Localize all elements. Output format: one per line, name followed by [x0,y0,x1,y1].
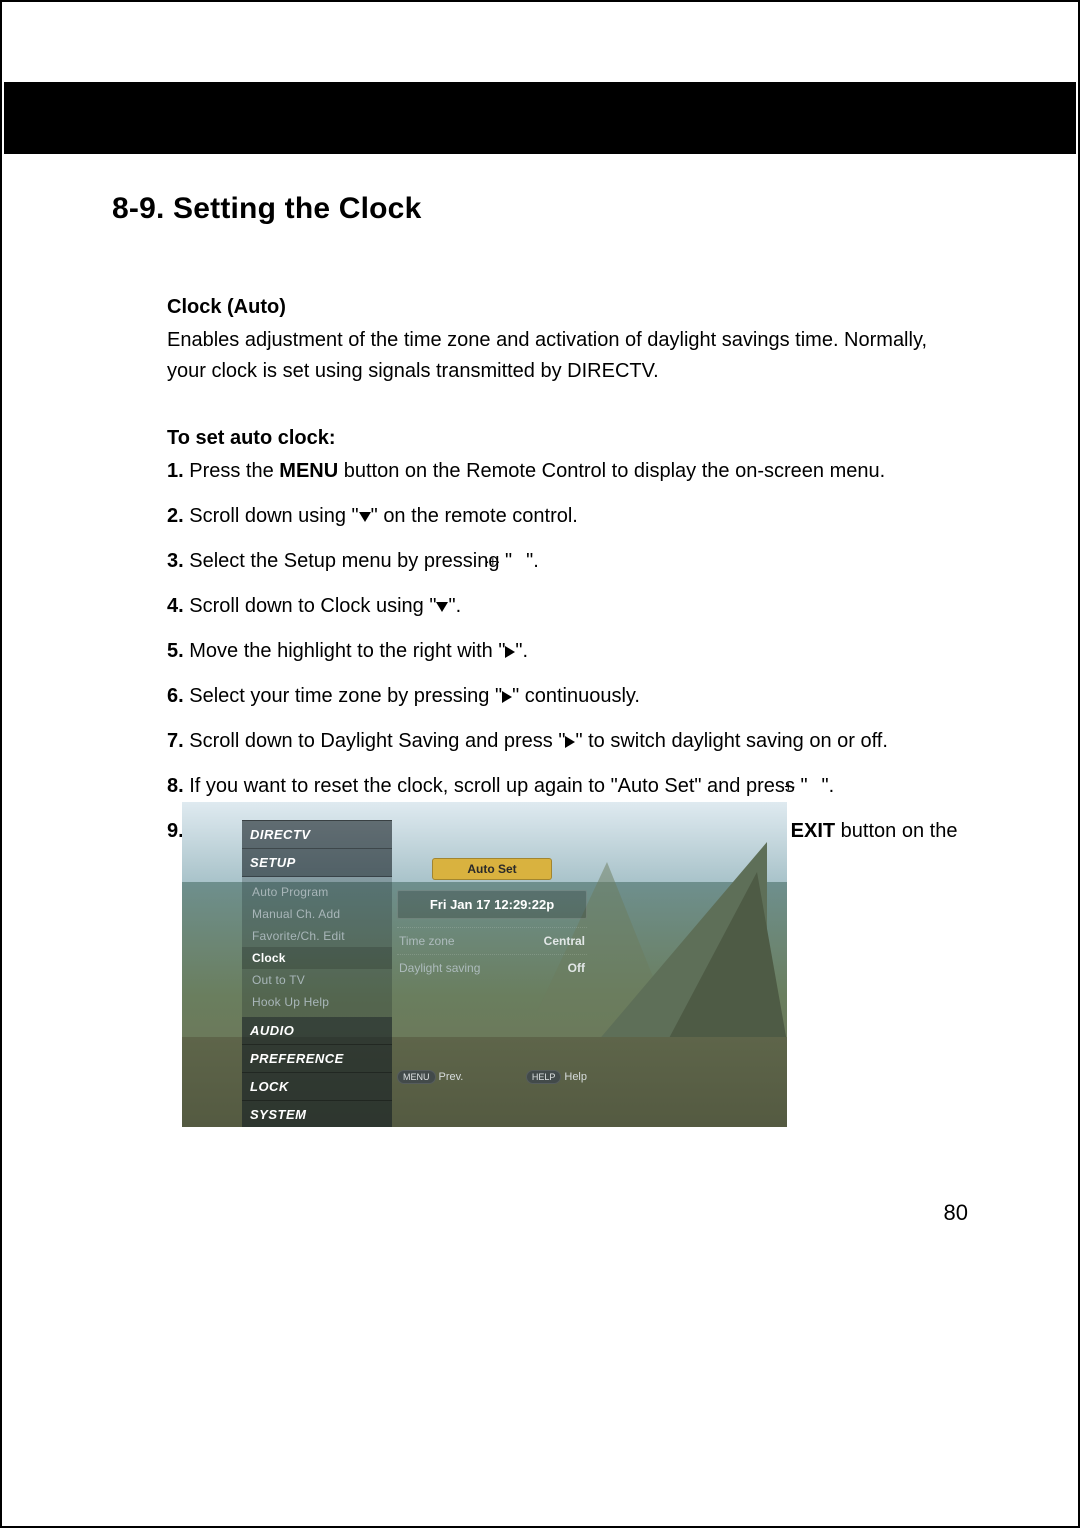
osd-timezone-label: Time zone [399,934,455,948]
osd-setup-header[interactable]: SETUP [242,849,392,877]
osd-footer: MENUPrev. HELPHelp [397,1070,587,1084]
step-item: 3. Select the Setup menu by pressing "". [167,546,968,577]
bg-mountain [667,872,787,1042]
osd-help-hint: HELPHelp [526,1070,587,1084]
header-band [4,82,1076,154]
triangle-down-icon [359,512,371,522]
clock-auto-text: Enables adjustment of the time zone and … [167,325,968,387]
osd-setup-item[interactable]: Out to TV [242,969,392,991]
clock-auto-heading: Clock (Auto) [167,296,968,319]
osd-brand: DIRECTV [242,820,392,849]
triangle-right-icon [565,736,575,748]
triangle-right-icon [502,691,512,703]
page-number: 80 [944,1200,968,1226]
body-indent: Clock (Auto) Enables adjustment of the t… [167,296,968,878]
section-title: 8-9. Setting the Clock [112,192,968,226]
step-item: 8. If you want to reset the clock, scrol… [167,771,968,802]
osd-setup-item[interactable]: Hook Up Help [242,991,392,1013]
osd-datetime: Fri Jan 17 12:29:22p [397,890,587,919]
osd-autoset-button[interactable]: Auto Set [432,858,552,880]
osd-menu-column: DIRECTV SETUP Auto ProgramManual Ch. Add… [242,820,392,1127]
osd-setup-item[interactable]: Favorite/Ch. Edit [242,925,392,947]
osd-setup-item[interactable]: Auto Program [242,881,392,903]
step-item: 1. Press the MENU button on the Remote C… [167,456,968,487]
triangle-right-icon [505,646,515,658]
osd-setup-item[interactable]: Clock [242,947,392,969]
step-item: 4. Scroll down to Clock using "". [167,591,968,622]
osd-daylight-label: Daylight saving [399,961,480,975]
osd-clock-panel: Auto Set Fri Jan 17 12:29:22p Time zone … [397,858,587,981]
content-area: 8-9. Setting the Clock Clock (Auto) Enab… [112,192,968,892]
osd-audio-header[interactable]: AUDIO [242,1017,392,1045]
osd-prev-hint: MENUPrev. [397,1070,463,1084]
osd-system-header[interactable]: SYSTEM [242,1101,392,1127]
osd-timezone-value: Central [544,934,585,948]
osd-lock-header[interactable]: LOCK [242,1073,392,1101]
step-item: 2. Scroll down using "" on the remote co… [167,501,968,532]
osd-setup-submenu: Auto ProgramManual Ch. AddFavorite/Ch. E… [242,877,392,1017]
step-item: 7. Scroll down to Daylight Saving and pr… [167,726,968,757]
help-pill-icon: HELP [526,1070,562,1084]
step-item: 6. Select your time zone by pressing "" … [167,681,968,712]
auto-clock-heading: To set auto clock: [167,427,968,450]
osd-timezone-row[interactable]: Time zone Central [397,927,587,954]
triangle-down-icon [436,602,448,612]
manual-page: 8-9. Setting the Clock Clock (Auto) Enab… [0,0,1080,1528]
menu-pill-icon: MENU [397,1070,436,1084]
step-item: 5. Move the highlight to the right with … [167,636,968,667]
osd-daylight-row[interactable]: Daylight saving Off [397,954,587,981]
plus-icon [808,781,822,793]
osd-setup-item[interactable]: Manual Ch. Add [242,903,392,925]
plus-icon [512,556,526,568]
osd-daylight-value: Off [568,961,585,975]
osd-preference-header[interactable]: PREFERENCE [242,1045,392,1073]
tv-screenshot: DIRECTV SETUP Auto ProgramManual Ch. Add… [182,802,787,1127]
